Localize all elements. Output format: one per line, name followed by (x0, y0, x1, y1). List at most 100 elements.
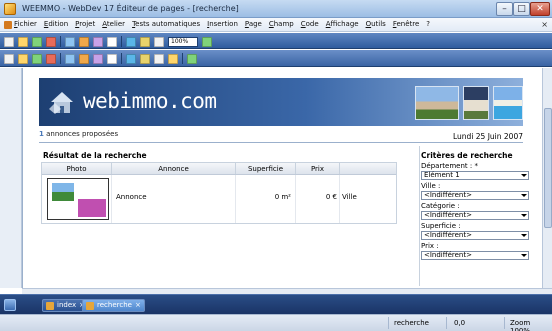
table-icon[interactable] (140, 53, 150, 64)
column-header-annonce[interactable]: Annonce (112, 163, 236, 174)
prix-cell: 0 € (296, 175, 340, 223)
column-header-ville[interactable] (340, 163, 396, 174)
layout-toolbar-buttons (4, 53, 197, 64)
superficie-value: 0 m² (274, 193, 291, 201)
paste-icon[interactable] (79, 36, 89, 47)
document-menu-icon[interactable] (4, 21, 12, 29)
criteria-combo-4[interactable]: <Indifférent> (421, 251, 529, 260)
criteria-combo-value: <Indifférent> (424, 191, 472, 199)
menu-item-0[interactable]: Fichier (14, 20, 37, 28)
menu-item-2[interactable]: Projet (75, 20, 95, 28)
menu-item-10[interactable]: Outils (366, 20, 386, 28)
criteria-combo-1[interactable]: <Indifférent> (421, 191, 529, 200)
chevron-down-icon[interactable] (521, 254, 527, 257)
toolbar-separator (182, 53, 183, 64)
minimize-button[interactable]: – (496, 2, 513, 16)
align-center-icon[interactable] (18, 53, 28, 64)
copy-icon[interactable] (65, 36, 75, 47)
results-table[interactable]: Photo Annonce Superficie Prix Annonce 0 … (41, 162, 397, 224)
redo-icon[interactable] (107, 36, 117, 47)
chevron-down-icon[interactable] (521, 174, 527, 177)
undo-icon[interactable] (93, 36, 103, 47)
prix-value: 0 € (325, 193, 337, 201)
table-row[interactable]: Annonce 0 m² 0 € Ville (42, 175, 396, 223)
search-criteria-panel: Critères de recherche Département : * Elé… (421, 151, 529, 260)
document-tab-bar: index × recherche× (0, 294, 552, 314)
chevron-down-icon[interactable] (521, 234, 527, 237)
annonce-text: Annonce (116, 193, 147, 201)
house-photo-2 (463, 86, 489, 120)
criteria-fields: Département : * Elément 1 Ville : <Indiffér… (421, 162, 529, 260)
help-icon[interactable] (202, 36, 212, 47)
color-icon[interactable] (154, 53, 164, 64)
open-icon[interactable] (18, 36, 28, 47)
annonce-cell: Annonce (112, 175, 236, 223)
column-header-prix[interactable]: Prix (296, 163, 340, 174)
current-date: Lundi 25 Juin 2007 (453, 132, 523, 141)
pool-photo (493, 86, 523, 120)
image-icon[interactable] (126, 53, 136, 64)
criteria-combo-3[interactable]: <Indifférent> (421, 231, 529, 240)
criteria-label-1: Ville : (421, 182, 441, 190)
chevron-down-icon[interactable] (521, 214, 527, 217)
criteria-combo-2[interactable]: <Indifférent> (421, 211, 529, 220)
menu-item-8[interactable]: Code (301, 20, 319, 28)
menu-item-6[interactable]: Page (245, 20, 262, 28)
tab-close-icon[interactable]: × (135, 301, 141, 309)
align-left-icon[interactable] (4, 53, 14, 64)
criteria-label-3: Superficie : (421, 222, 461, 230)
criteria-combo-value: Elément 1 (424, 171, 460, 179)
menu-item-12[interactable]: ? (426, 20, 430, 28)
menu-item-11[interactable]: Fenêtre (393, 20, 419, 28)
toolbar-separator (60, 36, 61, 47)
vertical-ruler (0, 68, 22, 288)
tab-index-label: index (57, 301, 77, 309)
color-block (78, 199, 106, 217)
ville-cell: Ville (340, 175, 396, 223)
cut-icon[interactable] (46, 36, 56, 47)
status-coordinates: 0,0 (454, 319, 466, 327)
debug-icon[interactable] (140, 36, 150, 47)
build-icon[interactable] (154, 36, 164, 47)
criteria-combo-value: <Indifférent> (424, 251, 472, 259)
group-icon[interactable] (79, 53, 89, 64)
menu-item-9[interactable]: Affichage (326, 20, 359, 28)
vertical-scroll-thumb[interactable] (544, 108, 552, 228)
save-icon[interactable] (32, 36, 42, 47)
criteria-combo-value: <Indifférent> (424, 211, 472, 219)
same-width-icon[interactable] (46, 53, 56, 64)
status-divider (446, 317, 447, 329)
align-right-icon[interactable] (32, 53, 42, 64)
criteria-label-0: Département : * (421, 162, 478, 170)
page-editor-canvas[interactable]: webimmo.com 1 annonces proposées Lundi 2… (22, 68, 552, 288)
tabstop-icon[interactable] (168, 53, 178, 64)
webdev-app-icon[interactable] (4, 3, 16, 15)
same-height-icon[interactable] (65, 53, 75, 64)
tab-recherche[interactable]: recherche × (82, 299, 145, 312)
document-close-icon[interactable]: × (541, 20, 548, 29)
run-icon[interactable] (126, 36, 136, 47)
zoom-select[interactable]: 100% (168, 36, 198, 47)
vertical-scrollbar[interactable] (542, 68, 552, 288)
maximize-button[interactable]: □ (513, 2, 530, 16)
style-icon[interactable] (107, 53, 117, 64)
menu-item-7[interactable]: Champ (269, 20, 294, 28)
menu-item-3[interactable]: Atelier (102, 20, 125, 28)
menu-item-5[interactable]: Insertion (207, 20, 238, 28)
listing-photo[interactable] (47, 178, 109, 220)
anchor-icon[interactable] (187, 53, 197, 64)
project-icon[interactable] (4, 299, 16, 311)
close-button[interactable]: ✕ (530, 2, 550, 16)
chevron-down-icon[interactable] (521, 194, 527, 197)
column-header-photo[interactable]: Photo (42, 163, 112, 174)
menu-item-1[interactable]: Edition (44, 20, 68, 28)
layout-icon[interactable] (93, 53, 103, 64)
new-icon[interactable] (4, 36, 14, 47)
status-bar: recherche 0,0 Zoom 100% (0, 314, 552, 331)
page-icon (46, 302, 54, 310)
criteria-title: Critères de recherche (421, 151, 513, 160)
menu-item-4[interactable]: Tests automatiques (132, 20, 200, 28)
column-header-superficie[interactable]: Superficie (236, 163, 296, 174)
criteria-combo-0[interactable]: Elément 1 (421, 171, 529, 180)
superficie-cell: 0 m² (236, 175, 296, 223)
